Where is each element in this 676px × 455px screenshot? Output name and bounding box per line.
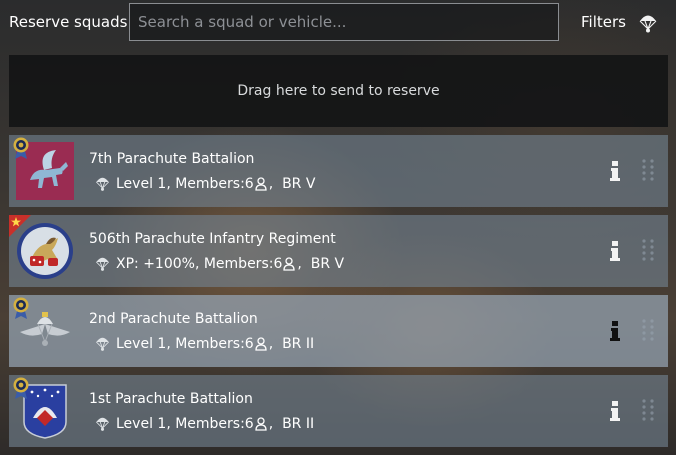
panel-title: Reserve squads	[9, 13, 128, 31]
info-icon[interactable]	[609, 399, 621, 423]
squad-br: BR II	[282, 335, 315, 352]
member-icon	[255, 176, 267, 191]
info-icon[interactable]	[609, 239, 621, 263]
star-badge-icon	[9, 215, 31, 237]
medal-badge-icon	[13, 377, 29, 399]
search-box[interactable]	[129, 3, 559, 41]
squad-stat: Level 1, Members:6	[116, 335, 254, 352]
squad-br: BR II	[282, 415, 315, 432]
squad-stat: XP: +100%, Members:6	[116, 255, 283, 272]
parachute-icon	[96, 177, 109, 191]
squad-card[interactable]: 7th Parachute Battalion Level 1, Members…	[9, 135, 668, 207]
medal-badge-icon	[13, 297, 29, 319]
search-input[interactable]	[130, 4, 558, 40]
info-icon[interactable]	[609, 319, 621, 343]
medal-badge-icon	[13, 137, 29, 159]
squad-meta: Level 1, Members:6 , BR II	[95, 415, 314, 432]
member-icon	[283, 256, 296, 271]
dropzone-label: Drag here to send to reserve	[237, 83, 440, 99]
squad-name: 7th Parachute Battalion	[89, 151, 255, 167]
filters-button[interactable]: Filters	[581, 13, 626, 31]
squad-name: 506th Parachute Infantry Regiment	[89, 231, 336, 247]
squad-br: BR V	[310, 255, 345, 272]
squad-meta: XP: +100%, Members:6 , BR V	[95, 255, 344, 272]
member-icon	[255, 416, 267, 431]
info-icon[interactable]	[609, 159, 621, 183]
squad-stat: Level 1, Members:6	[116, 415, 254, 432]
parachute-icon	[96, 337, 109, 351]
squad-br: BR V	[282, 175, 316, 192]
drag-handle-icon[interactable]	[640, 237, 656, 265]
drag-handle-icon[interactable]	[640, 397, 656, 425]
squad-card[interactable]: 2nd Parachute Battalion Level 1, Members…	[9, 295, 668, 367]
squad-meta: Level 1, Members:6 , BR V	[95, 175, 315, 192]
parachute-icon[interactable]	[639, 12, 657, 34]
squad-name: 2nd Parachute Battalion	[89, 311, 258, 327]
squad-meta: Level 1, Members:6 , BR II	[95, 335, 314, 352]
drag-handle-icon[interactable]	[640, 157, 656, 185]
parachute-icon	[96, 257, 109, 271]
reserve-dropzone[interactable]: Drag here to send to reserve	[9, 55, 668, 127]
parachute-icon	[96, 417, 109, 431]
squad-name: 1st Parachute Battalion	[89, 391, 253, 407]
squad-card[interactable]: 1st Parachute Battalion Level 1, Members…	[9, 375, 668, 447]
drag-handle-icon[interactable]	[640, 317, 656, 345]
squad-card[interactable]: 506th Parachute Infantry Regiment XP: +1…	[9, 215, 668, 287]
squad-stat: Level 1, Members:6	[116, 175, 254, 192]
top-bar: Reserve squads Filters	[0, 0, 676, 48]
member-icon	[255, 336, 267, 351]
